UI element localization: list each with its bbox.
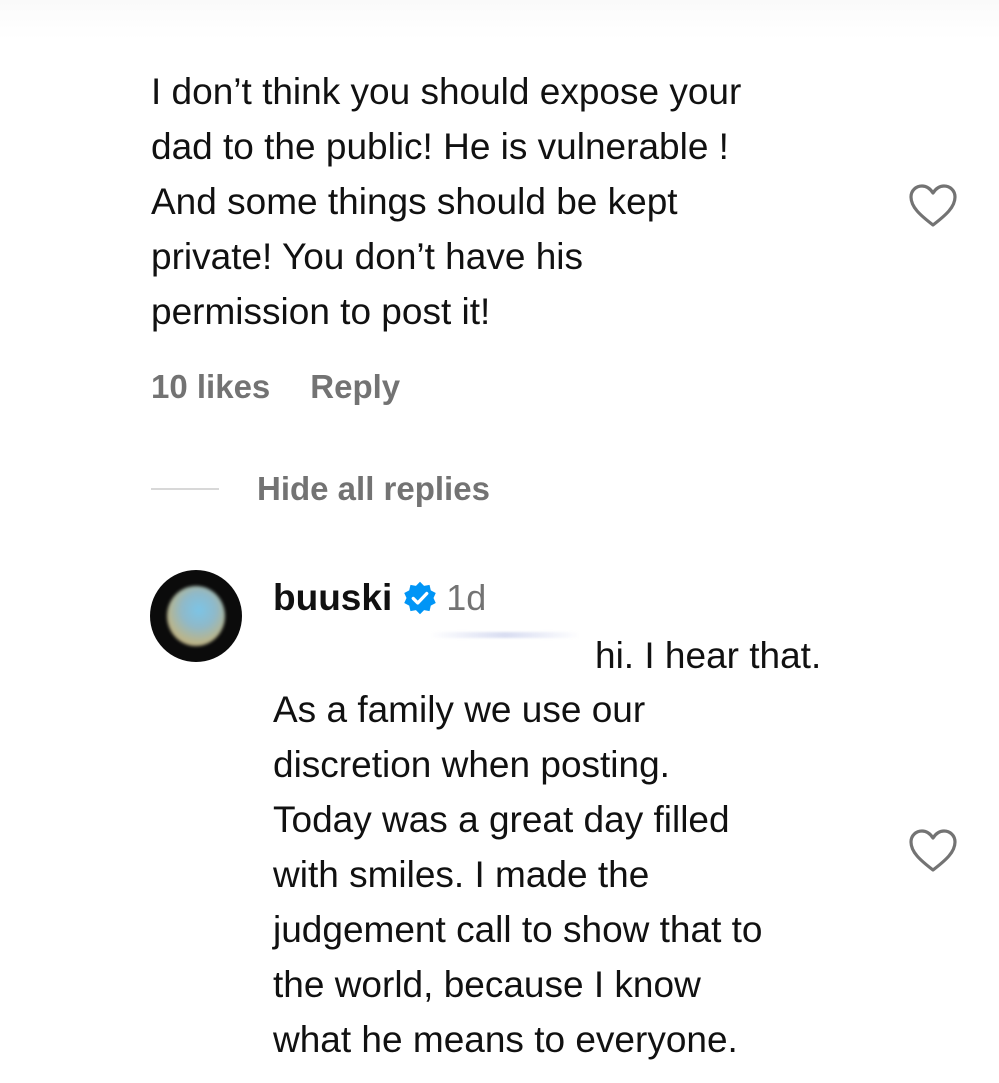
- comment-line: permission to post it!: [151, 291, 491, 332]
- reply-line: judgement call to show that to: [273, 909, 763, 950]
- reply-line: the world, because I know: [273, 964, 701, 1005]
- heart-outline-icon[interactable]: [908, 828, 958, 874]
- reply-line: what he means to everyone.: [273, 1019, 738, 1060]
- likes-count[interactable]: 10 likes: [151, 368, 270, 406]
- reply-line: discretion when posting.: [273, 744, 670, 785]
- comment-meta: 10 likes Reply: [151, 368, 400, 406]
- reply-line: As a family we use our: [273, 689, 646, 730]
- comment-line: private! You don’t have his: [151, 236, 583, 277]
- verified-badge-icon: [404, 581, 436, 615]
- hide-replies-button[interactable]: Hide all replies: [151, 470, 490, 508]
- reply-timestamp: 1d: [446, 577, 487, 618]
- like-reply-heart-icon: [909, 829, 957, 872]
- reply-line: Today was a great day filled: [273, 799, 730, 840]
- top-edge-fade: [0, 0, 999, 40]
- comment-body: I don’t think you should expose your dad…: [151, 64, 891, 339]
- reply-button[interactable]: Reply: [310, 368, 400, 406]
- reply-line: with smiles. I made the: [273, 854, 650, 895]
- reply-header: buuski 1d: [273, 576, 486, 620]
- hide-replies-label: Hide all replies: [257, 470, 490, 507]
- reply-first-line: hi. I hear that.: [595, 635, 822, 676]
- reply-body: As a family we use our discretion when p…: [273, 682, 893, 1067]
- reply-username[interactable]: buuski: [273, 576, 392, 620]
- like-comment-heart-icon: [909, 184, 957, 227]
- replies-divider-line: [151, 488, 219, 490]
- blurred-mention: [430, 632, 580, 638]
- avatar[interactable]: [150, 570, 242, 662]
- avatar-image: [167, 586, 225, 646]
- comment-line: dad to the public! He is vulnerable !: [151, 126, 729, 167]
- comment-line: I don’t think you should expose your: [151, 71, 742, 112]
- comment-line: And some things should be kept: [151, 181, 678, 222]
- heart-outline-icon[interactable]: [908, 183, 958, 229]
